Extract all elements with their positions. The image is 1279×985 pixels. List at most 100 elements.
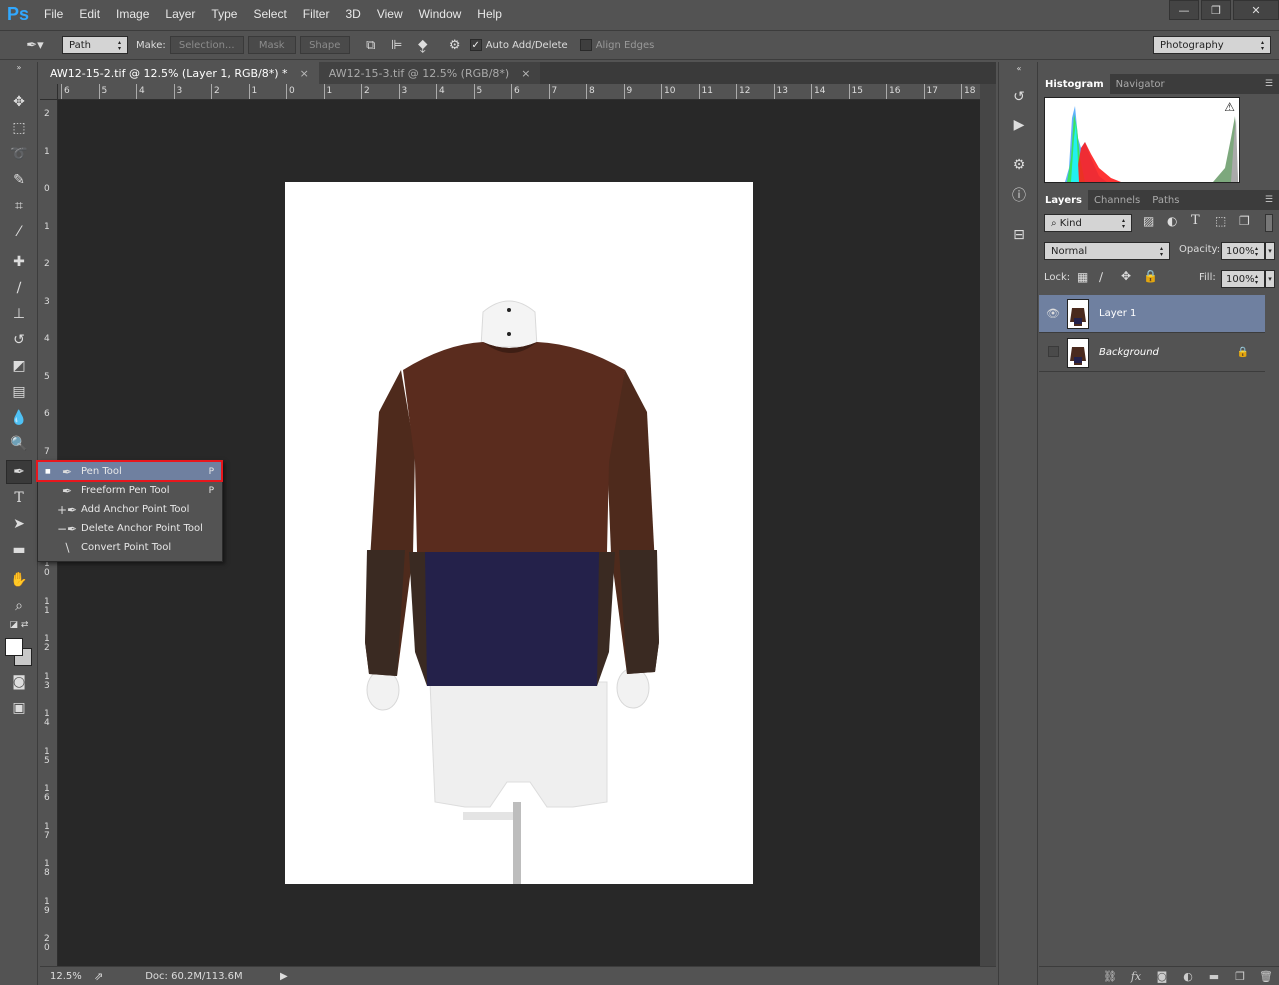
delete-layer-icon[interactable]: 🗑 — [1253, 970, 1279, 983]
swap-colors-icon[interactable]: ◪ ⇄ — [6, 618, 32, 632]
menu-edit[interactable]: Edit — [71, 7, 108, 21]
path-selection-tool-icon[interactable]: ➤ — [6, 512, 32, 536]
make-mask-button[interactable]: Mask — [247, 36, 296, 54]
lock-transparent-pixels-icon[interactable]: ▦ — [1077, 270, 1088, 284]
close-button[interactable]: ✕ — [1233, 0, 1279, 20]
filter-type-icon[interactable]: T — [1191, 213, 1200, 228]
fill-input[interactable]: 100% — [1221, 270, 1265, 288]
adjustment-layer-icon[interactable]: ◐ — [1175, 970, 1201, 983]
menu-filter[interactable]: Filter — [295, 7, 338, 21]
workspace-select[interactable]: Photography — [1153, 36, 1271, 54]
marquee-tool-icon[interactable]: ⬚ — [6, 116, 32, 140]
visibility-toggle[interactable] — [1039, 345, 1067, 360]
menu-image[interactable]: Image — [108, 7, 157, 21]
rectangle-tool-icon[interactable]: ▬ — [6, 538, 32, 562]
link-layers-icon[interactable]: ⛓ — [1097, 970, 1123, 983]
panel-menu-icon[interactable]: ☰ — [1265, 195, 1273, 205]
collapse-toolbar-icon[interactable]: » — [6, 62, 32, 72]
new-group-icon[interactable]: ▬ — [1201, 970, 1227, 983]
menu-help[interactable]: Help — [469, 7, 510, 21]
make-selection-button[interactable]: Selection... — [169, 36, 244, 54]
canvas-scrollbar[interactable] — [980, 84, 996, 966]
flyout-item-convert-point-tool[interactable]: ∖ Convert Point Tool — [38, 538, 222, 557]
zoom-tool-icon[interactable]: ⌕ — [6, 594, 32, 618]
lock-image-pixels-icon[interactable]: ∕ — [1099, 270, 1103, 284]
lock-all-icon[interactable]: 🔒 — [1143, 269, 1158, 283]
close-tab-icon[interactable]: × — [300, 67, 309, 80]
properties-panel-icon[interactable]: ⚙ — [1007, 154, 1031, 176]
opacity-dropdown-icon[interactable]: ▾ — [1265, 242, 1275, 260]
filter-pixel-icon[interactable]: ▨ — [1143, 214, 1154, 228]
auto-add-delete-checkbox[interactable]: ✓ — [469, 39, 482, 51]
flyout-item-delete-anchor-point-tool[interactable]: −✒ Delete Anchor Point Tool — [38, 519, 222, 538]
restore-button[interactable]: ❐ — [1201, 0, 1231, 20]
panel-menu-icon[interactable]: ☰ — [1265, 79, 1273, 89]
status-share-icon[interactable]: ⇗ — [94, 970, 103, 983]
filter-adjustment-icon[interactable]: ◐ — [1167, 214, 1177, 228]
flyout-item-freeform-pen-tool[interactable]: ✒ Freeform Pen Tool P — [38, 481, 222, 500]
mode-select[interactable]: Path — [62, 36, 128, 54]
actions-panel-icon[interactable]: ▶ — [1007, 114, 1031, 136]
horizontal-ruler[interactable]: 6 5 4 3 2 1 0 1 2 3 4 5 6 7 8 9 10 11 12 13 14 15 16 17 18 — [58, 84, 980, 100]
path-operations-icon[interactable]: ⧉ — [360, 34, 382, 56]
pen-tool-icon[interactable]: ✒ — [6, 460, 32, 484]
quick-selection-tool-icon[interactable]: ✎ — [6, 168, 32, 192]
align-edges-checkbox[interactable] — [579, 39, 592, 51]
eye-icon[interactable]: 👁 — [1039, 307, 1067, 320]
fill-dropdown-icon[interactable]: ▾ — [1265, 270, 1275, 288]
menu-window[interactable]: Window — [411, 7, 470, 21]
eyedropper-tool-icon[interactable]: ⁄ — [6, 220, 32, 244]
dodge-tool-icon[interactable]: 🔍 — [6, 432, 32, 456]
menu-3d[interactable]: 3D — [337, 7, 368, 21]
type-tool-icon[interactable]: T — [6, 486, 32, 510]
eraser-tool-icon[interactable]: ◩ — [6, 354, 32, 378]
filter-shape-icon[interactable]: ⬚ — [1215, 214, 1226, 228]
layer-row-background[interactable]: Background 🔒 — [1039, 334, 1265, 372]
minimize-button[interactable]: — — [1169, 0, 1199, 20]
hand-tool-icon[interactable]: ✋ — [6, 568, 32, 592]
pen-tool-preset-icon[interactable]: ✒▾ — [20, 34, 50, 56]
document-image[interactable] — [285, 182, 753, 884]
gear-icon[interactable]: ⚙ — [444, 34, 466, 56]
menu-file[interactable]: File — [36, 7, 71, 21]
collapse-panels-icon[interactable]: « — [1007, 62, 1031, 74]
clone-stamp-tool-icon[interactable]: ⊥ — [6, 302, 32, 326]
brush-tool-icon[interactable]: ∕ — [6, 276, 32, 300]
path-alignment-icon[interactable]: ⊫ — [386, 34, 408, 56]
info-panel-icon[interactable]: ⓘ — [1007, 184, 1031, 206]
gradient-tool-icon[interactable]: ▤ — [6, 380, 32, 404]
layer-name[interactable]: Layer 1 — [1099, 308, 1136, 319]
add-mask-icon[interactable]: ◙ — [1149, 970, 1175, 983]
tab-channels[interactable]: Channels — [1088, 190, 1146, 210]
layer-filter-kind-select[interactable]: ⌕ Kind — [1044, 214, 1132, 232]
filter-toggle[interactable] — [1265, 214, 1273, 232]
history-brush-tool-icon[interactable]: ↺ — [6, 328, 32, 352]
tab-navigator[interactable]: Navigator — [1110, 74, 1171, 94]
make-shape-button[interactable]: Shape — [299, 36, 350, 54]
blur-tool-icon[interactable]: 💧 — [6, 406, 32, 430]
menu-view[interactable]: View — [369, 7, 411, 21]
menu-select[interactable]: Select — [245, 7, 294, 21]
zoom-level[interactable]: 12.5% — [50, 971, 86, 982]
flyout-item-add-anchor-point-tool[interactable]: +✒ Add Anchor Point Tool — [38, 500, 222, 519]
brush-presets-panel-icon[interactable]: ⊟ — [1007, 224, 1031, 246]
tab-histogram[interactable]: Histogram — [1039, 74, 1110, 94]
layer-row-layer-1[interactable]: 👁 Layer 1 — [1039, 295, 1265, 333]
path-arrangement-icon[interactable]: ⧪ — [412, 34, 434, 56]
close-tab-icon[interactable]: × — [521, 67, 530, 80]
screen-mode-icon[interactable]: ▣ — [6, 696, 32, 720]
menu-layer[interactable]: Layer — [157, 7, 203, 21]
opacity-input[interactable]: 100% — [1221, 242, 1265, 260]
quick-mask-icon[interactable]: ◙ — [6, 670, 32, 694]
document-tab-active[interactable]: AW12-15-2.tif @ 12.5% (Layer 1, RGB/8*) … — [40, 62, 319, 84]
lasso-tool-icon[interactable]: ➰ — [6, 142, 32, 166]
tab-paths[interactable]: Paths — [1146, 190, 1185, 210]
document-tab[interactable]: AW12-15-3.tif @ 12.5% (RGB/8*) × — [318, 62, 541, 84]
crop-tool-icon[interactable]: ⌗ — [6, 194, 32, 218]
tab-layers[interactable]: Layers — [1039, 190, 1088, 210]
layer-name[interactable]: Background — [1099, 347, 1159, 358]
new-layer-icon[interactable]: ❐ — [1227, 970, 1253, 983]
ruler-corner[interactable] — [40, 84, 58, 100]
filter-smart-object-icon[interactable]: ❐ — [1239, 214, 1250, 228]
healing-brush-tool-icon[interactable]: ✚ — [6, 250, 32, 274]
